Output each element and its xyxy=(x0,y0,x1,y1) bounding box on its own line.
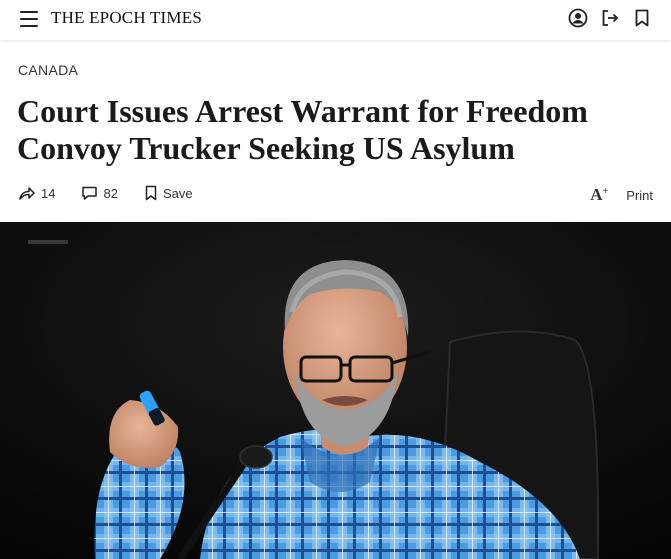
article-actions: 14 82 Save xyxy=(18,185,219,201)
share-count: 14 xyxy=(41,185,56,201)
comments-button[interactable]: 82 xyxy=(81,185,118,201)
save-button[interactable]: Save xyxy=(144,185,193,201)
login-icon[interactable] xyxy=(599,7,621,29)
article-title: Court Issues Arrest Warrant for Freedom … xyxy=(17,93,588,166)
share-button[interactable]: 14 xyxy=(18,185,55,201)
save-label: Save xyxy=(162,185,193,201)
menu-icon[interactable] xyxy=(20,11,38,27)
account-icon[interactable] xyxy=(567,7,589,29)
bookmark-icon xyxy=(145,185,157,201)
bookmark-icon[interactable] xyxy=(631,7,653,29)
comment-count: 82 xyxy=(103,185,118,201)
print-button[interactable]: Print xyxy=(626,188,653,203)
share-icon xyxy=(19,187,35,200)
section-label[interactable]: CANADA xyxy=(18,62,78,78)
comment-icon xyxy=(82,186,98,200)
article-photo xyxy=(0,222,671,559)
font-size-button[interactable]: A+ xyxy=(590,185,608,205)
site-logo[interactable]: THE EPOCH TIMES xyxy=(51,8,202,28)
top-navigation-bar: THE EPOCH TIMES xyxy=(0,0,671,40)
